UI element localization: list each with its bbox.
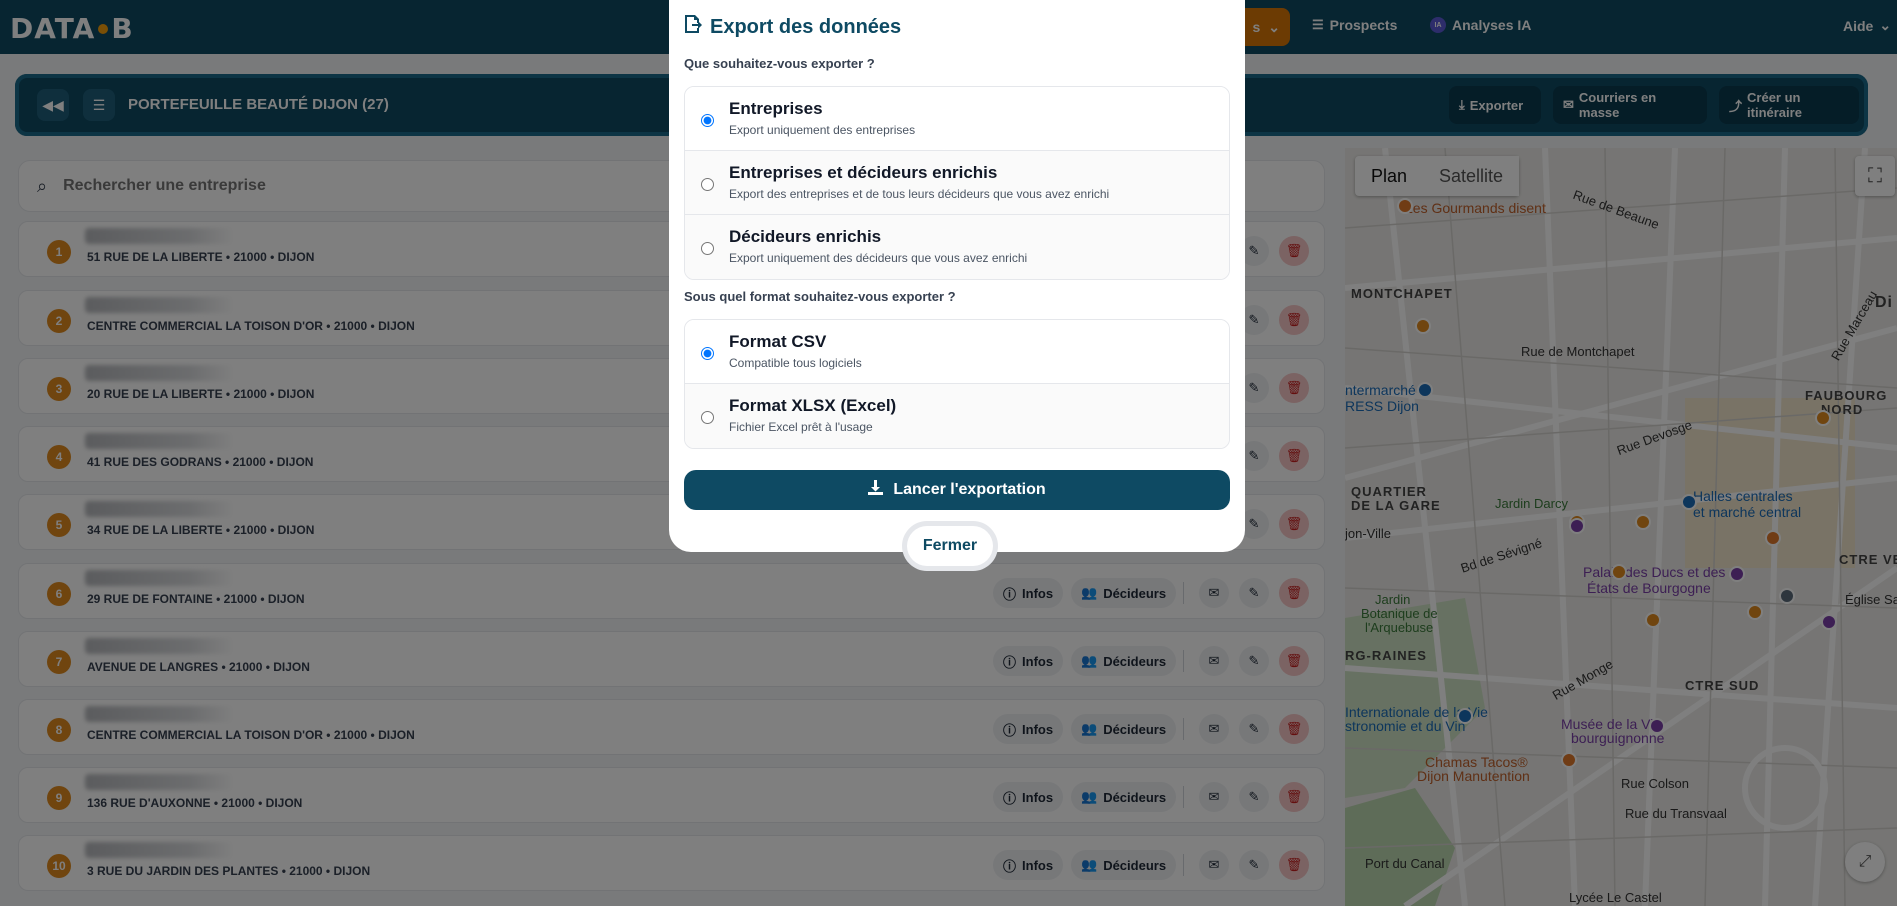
radio-button[interactable]: [701, 114, 714, 127]
radio-option[interactable]: Entreprises Export uniquement des entrep…: [685, 87, 1229, 151]
radio-button[interactable]: [701, 411, 714, 424]
option-title: Entreprises: [729, 99, 823, 118]
modal-title: Export des données: [684, 14, 901, 40]
option-title: Format XLSX (Excel): [729, 396, 897, 415]
radio-option[interactable]: Format CSV Compatible tous logiciels: [685, 320, 1229, 384]
export-type-options: Entreprises Export uniquement des entrep…: [684, 86, 1230, 280]
option-subtitle: Export uniquement des décideurs que vous…: [729, 251, 1028, 265]
option-subtitle: Export des entreprises et de tous leurs …: [729, 187, 1110, 201]
file-export-icon: [684, 14, 702, 40]
radio-option[interactable]: Format XLSX (Excel) Fichier Excel prêt à…: [685, 384, 1229, 448]
launch-export-button[interactable]: Lancer l'exportation: [684, 470, 1230, 510]
radio-button[interactable]: [701, 347, 714, 360]
radio-button[interactable]: [701, 242, 714, 255]
radio-option[interactable]: Décideurs enrichis Export uniquement des…: [685, 215, 1229, 279]
download-icon: [868, 480, 884, 500]
option-title: Entreprises et décideurs enrichis: [729, 163, 998, 182]
export-question: Que souhaitez-vous exporter ?: [684, 56, 875, 71]
format-question: Sous quel format souhaitez-vous exporter…: [684, 289, 956, 304]
option-subtitle: Compatible tous logiciels: [729, 356, 862, 370]
option-subtitle: Fichier Excel prêt à l'usage: [729, 420, 873, 434]
launch-export-label: Lancer l'exportation: [893, 481, 1046, 498]
close-label: Fermer: [922, 537, 978, 554]
option-title: Décideurs enrichis: [729, 227, 882, 246]
radio-button[interactable]: [701, 178, 714, 191]
option-subtitle: Export uniquement des entreprises: [729, 123, 916, 137]
modal-title-text: Export des données: [710, 15, 902, 38]
format-options: Format CSV Compatible tous logiciels For…: [684, 319, 1230, 449]
export-modal: Export des données Que souhaitez-vous ex…: [669, 0, 1245, 552]
radio-option[interactable]: Entreprises et décideurs enrichis Export…: [685, 151, 1229, 215]
close-button[interactable]: Fermer: [907, 526, 993, 566]
option-title: Format CSV: [729, 332, 827, 351]
